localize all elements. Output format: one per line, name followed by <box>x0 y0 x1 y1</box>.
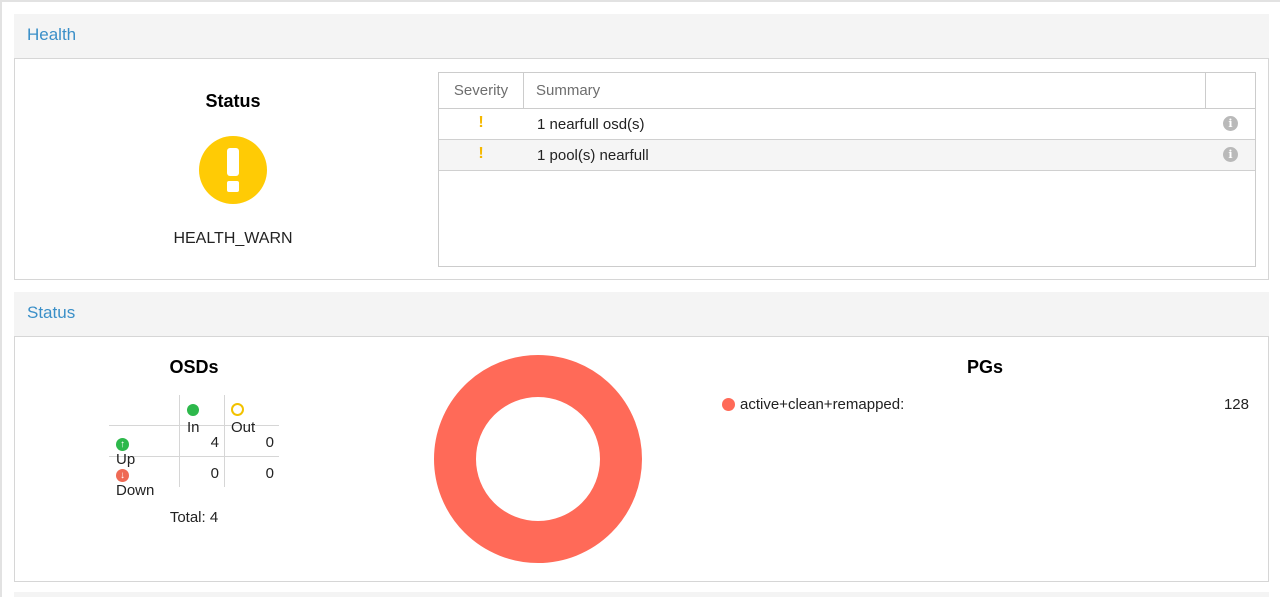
exclamation-bar <box>227 148 239 176</box>
pg-legend-dot <box>722 398 735 411</box>
arrow-up-icon: ↑ <box>116 438 129 451</box>
pg-donut-slice-0[interactable] <box>434 355 642 563</box>
status-panel: Status OSDs In Out ↑Up 4 0 ↓Down 0 0 Tot… <box>14 292 1269 582</box>
health-check-summary: 1 pool(s) nearfull <box>537 147 649 164</box>
osd-up-in-value: 4 <box>210 434 219 451</box>
health-status-value: HEALTH_WARN <box>173 230 293 247</box>
exclamation-icon <box>199 136 267 204</box>
out-circle-icon <box>231 403 244 416</box>
table-row[interactable]: ! 1 nearfull osd(s) i <box>439 109 1255 140</box>
next-panel-header <box>14 592 1269 597</box>
health-panel-body: Status HEALTH_WARN Severity Summary ! 1 … <box>14 58 1269 280</box>
info-icon[interactable]: i <box>1223 116 1238 131</box>
exclamation-dot <box>227 181 239 192</box>
osds-total: Total: 4 <box>169 509 219 526</box>
status-panel-title[interactable]: Status <box>27 303 75 323</box>
warning-icon: ! <box>478 114 484 131</box>
osd-row-up: ↑Up <box>116 434 135 468</box>
osd-down-out-value: 0 <box>265 465 274 482</box>
pgs-donut-chart[interactable] <box>433 354 643 564</box>
pgs-title: PGs <box>966 357 1004 377</box>
warning-icon: ! <box>478 145 484 162</box>
table-row[interactable]: ! 1 pool(s) nearfull i <box>439 140 1255 171</box>
status-panel-header[interactable]: Status <box>14 292 1269 337</box>
pg-legend-value: 128 <box>1223 396 1249 413</box>
osd-row-down-label: Down <box>116 482 155 499</box>
osd-up-out-value: 0 <box>265 434 274 451</box>
severity-column-header[interactable]: Severity <box>439 73 524 108</box>
osd-row-down: ↓Down <box>116 465 154 499</box>
health-panel-title[interactable]: Health <box>27 25 76 45</box>
osd-down-in-value: 0 <box>210 465 219 482</box>
health-panel-header[interactable]: Health <box>14 14 1269 59</box>
health-checks-table: Severity Summary ! 1 nearfull osd(s) i !… <box>438 72 1256 267</box>
summary-column-header[interactable]: Summary <box>524 73 1206 108</box>
osd-col-out: Out <box>231 402 255 436</box>
status-panel-body: OSDs In Out ↑Up 4 0 ↓Down 0 0 Total: 4 P… <box>14 336 1269 582</box>
health-status-title: Status <box>205 91 261 111</box>
osd-col-in: In <box>187 402 202 436</box>
osds-title: OSDs <box>169 357 219 377</box>
frame-top-border <box>0 0 1280 2</box>
in-dot-icon <box>187 404 199 416</box>
health-panel: Health Status HEALTH_WARN Severity Summa… <box>14 14 1269 280</box>
info-icon[interactable]: i <box>1223 147 1238 162</box>
health-check-summary: 1 nearfull osd(s) <box>537 116 645 133</box>
pg-legend-label[interactable]: active+clean+remapped: <box>740 396 904 413</box>
frame-left-border <box>0 0 2 597</box>
health-table-header: Severity Summary <box>439 73 1255 109</box>
arrow-down-icon: ↓ <box>116 469 129 482</box>
